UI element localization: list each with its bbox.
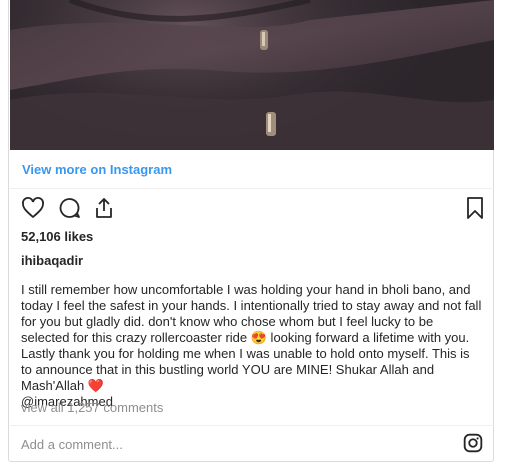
instagram-icon[interactable] bbox=[463, 433, 483, 453]
username[interactable]: ihibaqadir bbox=[21, 253, 83, 268]
comment-icon[interactable] bbox=[57, 196, 81, 220]
share-icon[interactable] bbox=[92, 196, 116, 220]
bookmark-icon[interactable] bbox=[463, 196, 487, 220]
caption-text: I still remember how uncomfortable I was… bbox=[21, 282, 482, 393]
post-photo[interactable] bbox=[10, 0, 494, 150]
heart-icon[interactable] bbox=[21, 196, 45, 220]
divider bbox=[10, 425, 494, 426]
caption: I still remember how uncomfortable I was… bbox=[21, 282, 483, 410]
view-more-row: View more on Instagram bbox=[10, 150, 494, 189]
add-comment-input[interactable]: Add a comment... bbox=[21, 437, 123, 452]
view-more-link[interactable]: View more on Instagram bbox=[22, 162, 172, 177]
likes-count[interactable]: 52,106 likes bbox=[21, 229, 93, 244]
view-all-comments-link[interactable]: view all 1,257 comments bbox=[21, 400, 163, 415]
action-bar bbox=[21, 196, 487, 220]
instagram-embed: View more on Instagram 52,106 likes ihib… bbox=[8, 0, 494, 462]
